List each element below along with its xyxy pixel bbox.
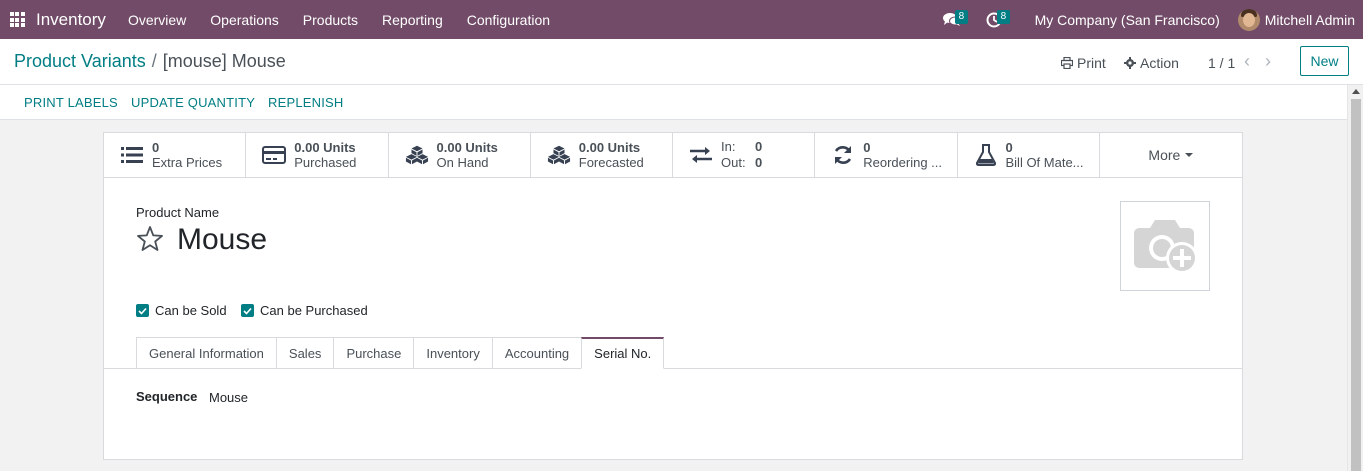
company-switcher[interactable]: My Company (San Francisco)	[1035, 12, 1220, 28]
activities-count-badge: 8	[996, 9, 1011, 24]
print-icon	[1061, 57, 1073, 69]
tab-purchase[interactable]: Purchase	[333, 337, 414, 369]
in-out-button[interactable]: In: 0 Out: 0	[673, 133, 816, 177]
list-icon	[120, 143, 144, 167]
flask-icon	[974, 143, 998, 167]
form-sheet: 0 Extra Prices 0.00 Units Purchased 0.00…	[103, 132, 1243, 460]
out-value: 0	[755, 155, 763, 170]
more-label: More	[1148, 147, 1181, 163]
cubes-icon	[405, 143, 429, 167]
notebook-tabs: General Information Sales Purchase Inven…	[136, 337, 665, 369]
scroll-up-arrow[interactable]	[1352, 89, 1360, 94]
breadcrumb-separator: /	[151, 51, 157, 71]
print-label: Print	[1077, 55, 1106, 71]
product-image-upload[interactable]	[1120, 201, 1210, 291]
activities-button[interactable]: 8	[983, 9, 1011, 31]
new-button[interactable]: New	[1300, 46, 1349, 76]
on-hand-value: 0.00 Units	[436, 140, 498, 155]
extra-prices-button[interactable]: 0 Extra Prices	[104, 133, 247, 177]
on-hand-label: On Hand	[436, 155, 489, 170]
chevron-right-icon[interactable]: ›	[1265, 51, 1271, 71]
app-name[interactable]: Inventory	[36, 10, 106, 30]
purchased-label: Purchased	[294, 155, 357, 170]
print-labels-button[interactable]: PRINT LABELS	[24, 95, 118, 110]
bom-value: 0	[1005, 140, 1013, 155]
forecasted-button[interactable]: 0.00 Units Forecasted	[531, 133, 673, 177]
in-value: 0	[755, 139, 763, 154]
menu-operations[interactable]: Operations	[210, 12, 278, 28]
smart-buttons: 0 Extra Prices 0.00 Units Purchased 0.00…	[104, 133, 1242, 178]
camera-plus-icon	[1134, 220, 1198, 274]
replenish-button[interactable]: REPLENISH	[268, 95, 344, 110]
in-label: In:	[721, 139, 736, 154]
credit-card-icon	[262, 143, 287, 167]
action-label: Action	[1140, 55, 1179, 71]
tab-general-information[interactable]: General Information	[136, 337, 276, 369]
refresh-icon	[831, 143, 855, 167]
reordering-value: 0	[863, 140, 871, 155]
breadcrumb-current: [mouse] Mouse	[162, 51, 286, 71]
print-button[interactable]: Print	[1061, 55, 1106, 71]
pager-value[interactable]: 1 / 1	[1208, 55, 1235, 71]
menu-products[interactable]: Products	[303, 12, 358, 28]
breadcrumb-parent-link[interactable]: Product Variants	[14, 51, 146, 71]
forecasted-label: Forecasted	[578, 155, 644, 170]
reordering-label: Reordering ...	[863, 155, 943, 170]
tab-inventory[interactable]: Inventory	[413, 337, 492, 369]
reordering-button[interactable]: 0 Reordering ...	[815, 133, 958, 177]
menu-configuration[interactable]: Configuration	[467, 12, 550, 28]
top-navbar: Inventory Overview Operations Products R…	[0, 0, 1363, 39]
star-icon[interactable]	[136, 225, 164, 253]
form-header-buttons: PRINT LABELS UPDATE QUANTITY REPLENISH	[0, 85, 1347, 120]
chevron-left-icon[interactable]: ‹	[1244, 51, 1250, 71]
control-panel: Product Variants / [mouse] Mouse Print Act…	[0, 39, 1363, 85]
more-button[interactable]: More	[1100, 133, 1242, 177]
scroll-thumb[interactable]	[1351, 99, 1361, 471]
caret-down-icon	[1185, 153, 1194, 157]
action-button[interactable]: Action	[1124, 55, 1179, 71]
sequence-label: Sequence	[136, 389, 198, 404]
user-menu[interactable]: Mitchell Admin	[1265, 12, 1355, 28]
can-be-purchased-label: Can be Purchased	[260, 303, 368, 318]
bill-of-materials-button[interactable]: 0 Bill Of Mate...	[958, 133, 1100, 177]
product-name-label: Product Name	[136, 205, 220, 220]
pager-arrows: ‹ ›	[1244, 51, 1271, 72]
check-icon	[241, 304, 254, 317]
can-be-sold-checkbox[interactable]: Can be Sold	[136, 303, 227, 318]
breadcrumb: Product Variants / [mouse] Mouse	[14, 51, 286, 72]
extra-prices-label: Extra Prices	[152, 155, 223, 170]
forecasted-value: 0.00 Units	[578, 140, 641, 155]
can-be-sold-label: Can be Sold	[155, 303, 227, 318]
on-hand-button[interactable]: 0.00 Units On Hand	[389, 133, 531, 177]
apps-menu-icon[interactable]	[0, 0, 34, 39]
purchased-button[interactable]: 0.00 Units Purchased	[246, 133, 389, 177]
out-label: Out:	[721, 155, 746, 170]
can-be-purchased-checkbox[interactable]: Can be Purchased	[241, 303, 368, 318]
tab-sales[interactable]: Sales	[275, 337, 334, 369]
tab-serial-no[interactable]: Serial No.	[581, 337, 665, 369]
scrollbar[interactable]	[1347, 85, 1363, 471]
tab-accounting[interactable]: Accounting	[491, 337, 582, 369]
messages-button[interactable]: 8	[941, 9, 969, 31]
menu-reporting[interactable]: Reporting	[382, 12, 443, 28]
user-avatar[interactable]	[1237, 8, 1260, 31]
cubes-icon	[547, 143, 571, 167]
exchange-icon	[689, 143, 713, 167]
bom-label: Bill Of Mate...	[1005, 155, 1084, 170]
messages-count-badge: 8	[954, 9, 969, 24]
menu-overview[interactable]: Overview	[128, 12, 186, 28]
sequence-field[interactable]: Mouse	[209, 390, 248, 405]
gear-icon	[1124, 57, 1136, 69]
extra-prices-value: 0	[152, 140, 160, 155]
update-quantity-button[interactable]: UPDATE QUANTITY	[131, 95, 255, 110]
check-icon	[136, 304, 149, 317]
purchased-value: 0.00 Units	[294, 140, 356, 155]
product-name-field[interactable]: Mouse	[177, 223, 267, 257]
